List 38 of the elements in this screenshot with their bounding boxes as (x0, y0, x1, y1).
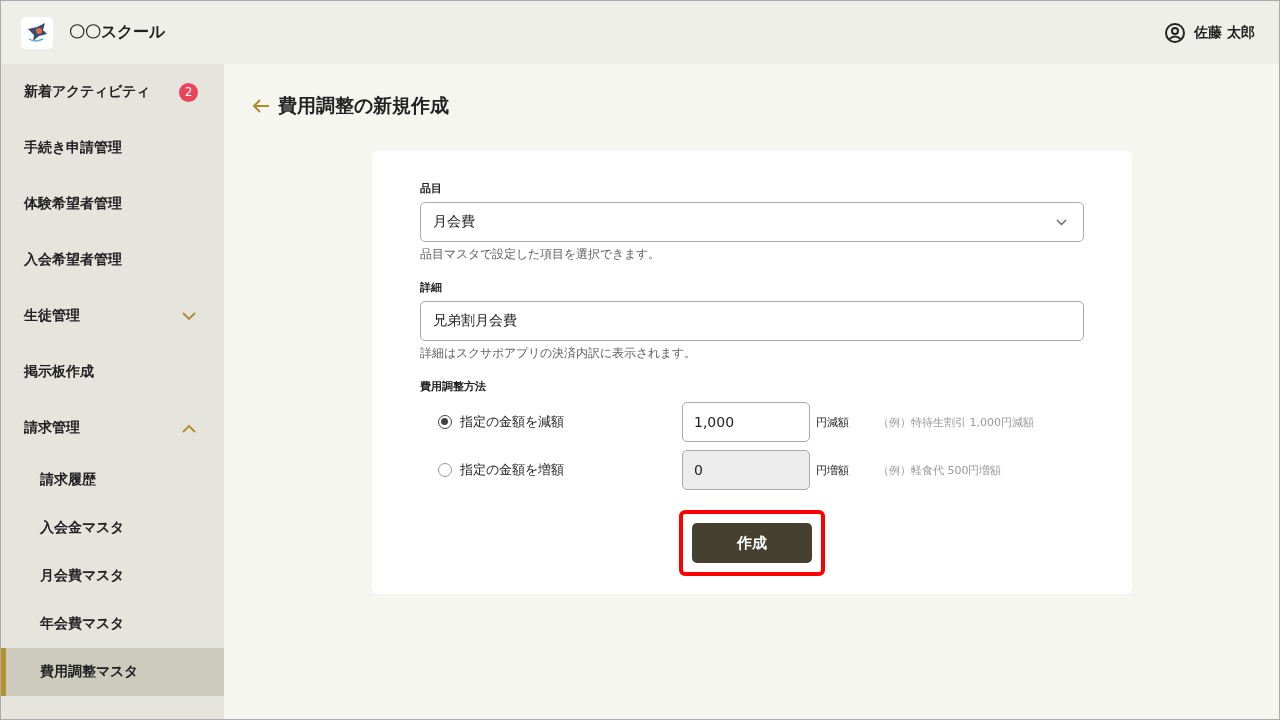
field-hint: 品目マスタで設定した項目を選択できます。 (420, 246, 661, 263)
logo-icon (21, 16, 53, 49)
sidebar-subitem[interactable]: 請求履歴 (1, 456, 224, 504)
option-label: 指定の金額を減額 (460, 413, 564, 431)
sidebar-item[interactable]: 生徒管理 (1, 288, 224, 344)
detail-input[interactable]: 兄弟割月会費 (420, 301, 1084, 341)
create-button[interactable]: 作成 (692, 523, 812, 563)
unit-label: 円減額 (816, 414, 850, 430)
back-arrow-icon[interactable] (252, 98, 270, 114)
sidebar-subitem[interactable]: 費用調整マスタ (1, 648, 224, 696)
sidebar-subitem[interactable]: 年会費マスタ (1, 600, 224, 648)
option-label: 指定の金額を増額 (460, 461, 564, 479)
field-hint: 詳細はスクサポアプリの決済内訳に表示されます。 (420, 345, 697, 362)
user-account-icon (1164, 21, 1187, 44)
sidebar-subitem[interactable]: 入会金マスタ (1, 504, 224, 552)
example-text: （例）特待生割引 1,000円減額 (878, 414, 1034, 430)
amount-input[interactable]: 1,000 (682, 402, 810, 442)
sidebar-item[interactable]: 体験希望者管理 (1, 176, 224, 232)
notification-badge: 2 (179, 82, 198, 102)
item-select[interactable]: 月会費 (420, 202, 1084, 242)
user-name: 佐藤 太郎 (1194, 23, 1255, 42)
field-label: 詳細 (420, 280, 443, 295)
unit-label: 円増額 (816, 462, 850, 478)
school-name: 〇〇スクール (69, 22, 165, 43)
sidebar-item[interactable]: 新着アクティビティ 2 (1, 64, 224, 120)
chevron-down-icon (182, 311, 196, 321)
radio-button[interactable] (438, 415, 452, 429)
sidebar-item[interactable]: 掲示板作成 (1, 344, 224, 400)
sidebar-item[interactable]: 請求管理 (1, 400, 224, 456)
field-label: 費用調整方法 (420, 379, 487, 394)
example-text: （例）軽食代 500円増額 (878, 462, 1002, 478)
sidebar-item[interactable]: 手続き申請管理 (1, 120, 224, 176)
sidebar-subitem[interactable]: 月会費マスタ (1, 552, 224, 600)
field-label: 品目 (420, 181, 443, 196)
page-title: 費用調整の新規作成 (278, 93, 449, 118)
chevron-up-icon (182, 423, 196, 433)
chevron-down-icon (1056, 218, 1067, 226)
sidebar-item[interactable]: 入会希望者管理 (1, 232, 224, 288)
